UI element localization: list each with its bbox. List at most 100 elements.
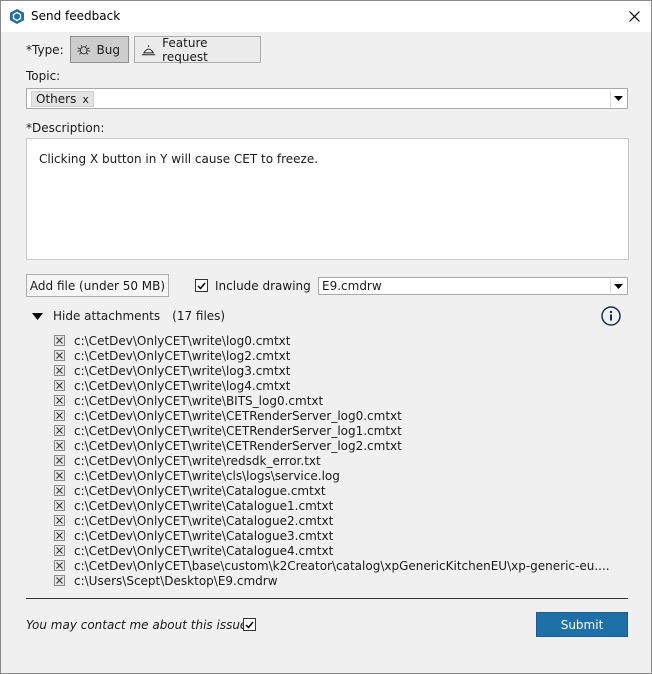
type-label: *Type: xyxy=(26,43,64,57)
hide-attachments-label: Hide attachments xyxy=(53,309,161,323)
type-bug-button[interactable]: Bug xyxy=(70,36,129,63)
x-mark-icon xyxy=(56,562,63,569)
info-icon[interactable] xyxy=(601,306,621,326)
attachment-remove-checkbox[interactable] xyxy=(54,395,65,406)
drawing-file-dropdown-button[interactable] xyxy=(610,279,626,293)
add-file-button[interactable]: Add file (under 50 MB) xyxy=(26,274,169,297)
attachment-row: c:\CetDev\OnlyCET\write\log2.cmtxt xyxy=(54,348,610,363)
app-hexagon-icon xyxy=(10,9,24,24)
window-title: Send feedback xyxy=(31,9,121,23)
attachment-path: c:\Users\Scept\Desktop\E9.cmdrw xyxy=(74,573,278,588)
attachment-remove-checkbox[interactable] xyxy=(54,410,65,421)
attachment-row: c:\CetDev\OnlyCET\write\Catalogue3.cmtxt xyxy=(54,528,610,543)
attachment-remove-checkbox[interactable] xyxy=(54,380,65,391)
attachment-remove-checkbox[interactable] xyxy=(54,455,65,466)
attachment-row: c:\Users\Scept\Desktop\E9.cmdrw xyxy=(54,573,610,588)
attachment-row: c:\CetDev\OnlyCET\write\CETRenderServer_… xyxy=(54,438,610,453)
attachment-row: c:\CetDev\OnlyCET\write\redsdk_error.txt xyxy=(54,453,610,468)
type-bug-label: Bug xyxy=(96,42,120,57)
x-mark-icon xyxy=(56,487,63,494)
attachment-path: c:\CetDev\OnlyCET\write\redsdk_error.txt xyxy=(74,453,321,468)
title-bar: Send feedback xyxy=(1,1,651,32)
contact-label: You may contact me about this issue xyxy=(26,618,248,632)
attachment-row: c:\CetDev\OnlyCET\write\Catalogue.cmtxt xyxy=(54,483,610,498)
attachments-list: c:\CetDev\OnlyCET\write\log0.cmtxt c:\Cet… xyxy=(54,333,610,588)
x-mark-icon xyxy=(56,577,63,584)
x-mark-icon xyxy=(56,352,63,359)
attachment-row: c:\CetDev\OnlyCET\write\log0.cmtxt xyxy=(54,333,610,348)
x-mark-icon xyxy=(56,442,63,449)
attachment-row: c:\CetDev\OnlyCET\write\Catalogue1.cmtxt xyxy=(54,498,610,513)
include-drawing-label: Include drawing xyxy=(215,279,311,293)
checkmark-icon xyxy=(245,621,254,629)
submit-button[interactable]: Submit xyxy=(536,612,628,637)
attachment-path: c:\CetDev\OnlyCET\write\log4.cmtxt xyxy=(74,378,291,393)
attachment-remove-checkbox[interactable] xyxy=(54,350,65,361)
attachment-remove-checkbox[interactable] xyxy=(54,500,65,511)
contact-checkbox[interactable] xyxy=(243,618,256,631)
attachment-row: c:\CetDev\OnlyCET\write\Catalogue2.cmtxt xyxy=(54,513,610,528)
x-mark-icon xyxy=(56,502,63,509)
attachment-path: c:\CetDev\OnlyCET\write\CETRenderServer_… xyxy=(74,438,402,453)
attachment-row: c:\CetDev\OnlyCET\write\CETRenderServer_… xyxy=(54,408,610,423)
attachment-path: c:\CetDev\OnlyCET\write\Catalogue4.cmtxt xyxy=(74,543,334,558)
triangle-down-icon xyxy=(32,312,43,320)
feedback-window: Send feedback *Type: Bug Feature request… xyxy=(0,0,652,674)
attachment-remove-checkbox[interactable] xyxy=(54,485,65,496)
tag-remove-icon[interactable]: x xyxy=(82,93,89,106)
attachment-remove-checkbox[interactable] xyxy=(54,440,65,451)
x-mark-icon xyxy=(56,427,63,434)
attachment-path: c:\CetDev\OnlyCET\write\BITS_log0.cmtxt xyxy=(74,393,324,408)
attachment-remove-checkbox[interactable] xyxy=(54,545,65,556)
checkmark-icon xyxy=(197,282,206,290)
chevron-down-icon xyxy=(614,96,623,101)
x-mark-icon xyxy=(56,472,63,479)
attachment-row: c:\CetDev\OnlyCET\write\log4.cmtxt xyxy=(54,378,610,393)
topic-label: Topic: xyxy=(26,69,61,83)
attachment-path: c:\CetDev\OnlyCET\base\custom\k2Creator\… xyxy=(74,558,610,573)
x-mark-icon xyxy=(56,457,63,464)
include-drawing-checkbox[interactable] xyxy=(195,279,208,292)
close-button[interactable] xyxy=(617,1,651,32)
x-mark-icon xyxy=(56,547,63,554)
attachment-remove-checkbox[interactable] xyxy=(54,335,65,346)
topic-combobox[interactable]: Others x xyxy=(26,88,628,109)
chevron-down-icon xyxy=(614,283,623,289)
topic-tag-others: Others x xyxy=(31,91,94,107)
drawing-file-combobox[interactable]: E9.cmdrw xyxy=(318,277,628,295)
attachment-path: c:\CetDev\OnlyCET\write\log0.cmtxt xyxy=(74,333,291,348)
x-mark-icon xyxy=(56,382,63,389)
drawing-file-value: E9.cmdrw xyxy=(322,279,382,293)
attachment-remove-checkbox[interactable] xyxy=(54,575,65,586)
x-mark-icon xyxy=(56,397,63,404)
lamp-icon xyxy=(141,44,156,55)
description-textarea[interactable]: Clicking X button in Y will cause CET to… xyxy=(26,138,629,260)
bug-icon xyxy=(77,44,91,55)
attachment-remove-checkbox[interactable] xyxy=(54,470,65,481)
attachment-path: c:\CetDev\OnlyCET\write\Catalogue2.cmtxt xyxy=(74,513,334,528)
attachment-remove-checkbox[interactable] xyxy=(54,530,65,541)
hide-attachments-toggle[interactable]: Hide attachments (17 files) xyxy=(32,309,225,323)
attachment-path: c:\CetDev\OnlyCET\write\cls\logs\service… xyxy=(74,468,340,483)
attachment-path: c:\CetDev\OnlyCET\write\log2.cmtxt xyxy=(74,348,291,363)
attachment-remove-checkbox[interactable] xyxy=(54,365,65,376)
attachment-remove-checkbox[interactable] xyxy=(54,515,65,526)
type-feature-request-label: Feature request xyxy=(162,35,208,64)
x-mark-icon xyxy=(56,532,63,539)
attachment-remove-checkbox[interactable] xyxy=(54,425,65,436)
attachment-remove-checkbox[interactable] xyxy=(54,560,65,571)
topic-dropdown-button[interactable] xyxy=(610,90,626,107)
attachment-row: c:\CetDev\OnlyCET\write\BITS_log0.cmtxt xyxy=(54,393,610,408)
x-mark-icon xyxy=(56,337,63,344)
attachment-path: c:\CetDev\OnlyCET\write\CETRenderServer_… xyxy=(74,423,402,438)
attachment-path: c:\CetDev\OnlyCET\write\Catalogue3.cmtxt xyxy=(74,528,334,543)
x-mark-icon xyxy=(56,412,63,419)
attachment-row: c:\CetDev\OnlyCET\base\custom\k2Creator\… xyxy=(54,558,610,573)
x-mark-icon xyxy=(56,367,63,374)
attachment-path: c:\CetDev\OnlyCET\write\Catalogue.cmtxt xyxy=(74,483,326,498)
attachment-path: c:\CetDev\OnlyCET\write\log3.cmtxt xyxy=(74,363,291,378)
attachment-row: c:\CetDev\OnlyCET\write\cls\logs\service… xyxy=(54,468,610,483)
type-feature-request-button[interactable]: Feature request xyxy=(134,35,261,64)
attachment-path: c:\CetDev\OnlyCET\write\CETRenderServer_… xyxy=(74,408,402,423)
attachment-row: c:\CetDev\OnlyCET\write\Catalogue4.cmtxt xyxy=(54,543,610,558)
